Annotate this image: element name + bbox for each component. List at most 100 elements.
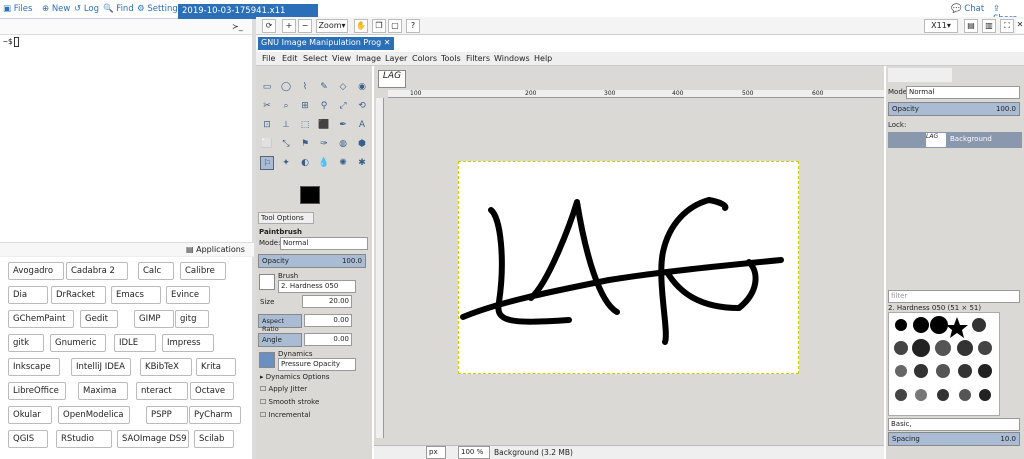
app-gitk[interactable]: gitk <box>8 334 44 352</box>
tool-6-icon[interactable]: ✂ <box>260 99 274 113</box>
app-emacs[interactable]: Emacs <box>111 286 161 304</box>
app-impress[interactable]: Impress <box>162 334 214 352</box>
menu-image[interactable]: Image <box>356 54 381 63</box>
app-gimp[interactable]: GIMP <box>134 310 174 328</box>
settings-button[interactable]: ⚙ Settings <box>137 4 182 14</box>
brush-set-select[interactable]: Basic, <box>888 418 1020 431</box>
opacity-slider[interactable]: Opacity 100.0 <box>258 254 366 268</box>
brush-preview[interactable] <box>259 274 275 290</box>
menu-filters[interactable]: Filters <box>466 54 490 63</box>
app-gedit[interactable]: Gedit <box>80 310 118 328</box>
tool-13-icon[interactable]: ⟂ <box>279 118 293 132</box>
paste-icon[interactable]: ▢ <box>388 19 402 33</box>
tool-14-icon[interactable]: ⬚ <box>298 118 312 132</box>
tool-29-icon[interactable]: ✱ <box>355 156 369 170</box>
app-pspp[interactable]: PSPP <box>146 406 188 424</box>
chat-button[interactable]: 💬 Chat <box>951 4 984 14</box>
tool-18-icon[interactable]: ⬜ <box>260 137 274 151</box>
layer-opacity-slider[interactable]: Opacity 100.0 <box>888 102 1020 116</box>
files-button[interactable]: ▣ Files <box>3 4 32 14</box>
menu-help[interactable]: Help <box>534 54 552 63</box>
smooth-stroke-checkbox[interactable]: ☐ Smooth stroke <box>260 398 319 406</box>
image-tab[interactable]: LAG <box>378 70 406 88</box>
tool-19-icon[interactable]: ⤡ <box>279 137 293 151</box>
unit-select[interactable]: px <box>426 446 446 459</box>
tool-24-icon[interactable]: ⚐ <box>260 156 274 170</box>
aspect-ratio-slider[interactable]: Aspect Ratio <box>258 314 302 333</box>
mode-select[interactable]: Normal <box>280 237 368 250</box>
brush-grid[interactable] <box>888 312 1000 416</box>
app-gnumeric[interactable]: Gnumeric <box>50 334 106 352</box>
layer-row[interactable]: Background <box>888 132 1022 148</box>
app-dia[interactable]: Dia <box>8 286 48 304</box>
app-calibre[interactable]: Calibre <box>180 262 226 280</box>
refresh-icon[interactable]: ⟳ <box>262 19 276 33</box>
brush-name[interactable]: 2. Hardness 050 <box>278 280 356 293</box>
app-qgis[interactable]: QGIS <box>8 430 48 448</box>
menu-layer[interactable]: Layer <box>385 54 407 63</box>
brush-filter-input[interactable]: filter <box>888 290 1020 303</box>
dynamics-preview[interactable] <box>259 352 275 368</box>
tool-20-icon[interactable]: ⚑ <box>298 137 312 151</box>
dynamics-name[interactable]: Pressure Opacity <box>278 358 356 371</box>
foreground-color[interactable] <box>300 186 320 204</box>
size-field[interactable]: 20.00 <box>302 295 352 308</box>
app-krita[interactable]: Krita <box>196 358 236 376</box>
tab-tool-options[interactable]: Tool Options <box>258 212 314 224</box>
tool-1-icon[interactable]: ◯ <box>279 80 293 94</box>
zoom-select[interactable]: 100 % <box>458 446 490 459</box>
terminal-icon[interactable]: ≻_ <box>232 22 243 31</box>
app-libreoffice[interactable]: LibreOffice <box>8 382 66 400</box>
app-nteract[interactable]: nteract <box>136 382 188 400</box>
menu-file[interactable]: File <box>262 54 275 63</box>
image-canvas[interactable] <box>458 161 799 374</box>
menu-view[interactable]: View <box>332 54 351 63</box>
tool-15-icon[interactable]: ⬛ <box>317 118 331 132</box>
tool-8-icon[interactable]: ⊞ <box>298 99 312 113</box>
tool-12-icon[interactable]: ⊡ <box>260 118 274 132</box>
app-maxima[interactable]: Maxima <box>78 382 128 400</box>
close-icon[interactable]: ✕ <box>1016 19 1024 33</box>
tool-22-icon[interactable]: ◍ <box>336 137 350 151</box>
app-scilab[interactable]: Scilab <box>194 430 234 448</box>
app-gchempaint[interactable]: GChemPaint <box>8 310 74 328</box>
app-rstudio[interactable]: RStudio <box>56 430 112 448</box>
app-idle[interactable]: IDLE <box>114 334 156 352</box>
spacing-slider[interactable]: Spacing 10.0 <box>888 432 1020 446</box>
menu-edit[interactable]: Edit <box>282 54 298 63</box>
new-button[interactable]: ⊕ New <box>42 4 70 14</box>
menu-tools[interactable]: Tools <box>441 54 461 63</box>
app-okular[interactable]: Okular <box>8 406 52 424</box>
app-avogadro[interactable]: Avogadro <box>8 262 64 280</box>
zoom-dropdown[interactable]: Zoom▾ <box>316 19 348 33</box>
tool-27-icon[interactable]: 💧 <box>317 156 331 170</box>
tool-11-icon[interactable]: ⟲ <box>355 99 369 113</box>
app-gitg[interactable]: gitg <box>175 310 209 328</box>
zoom-in-icon[interactable]: + <box>282 19 296 33</box>
angle-field[interactable]: 0.00 <box>304 333 352 346</box>
layer-mode-select[interactable]: Normal <box>906 86 1020 99</box>
tool-0-icon[interactable]: ▭ <box>260 80 274 94</box>
app-inkscape[interactable]: Inkscape <box>8 358 60 376</box>
tool-28-icon[interactable]: ✺ <box>336 156 350 170</box>
app-saoimage-ds9[interactable]: SAOImage DS9 <box>117 430 189 448</box>
split-icon[interactable]: ▤ <box>964 19 978 33</box>
app-kbibtex[interactable]: KBibTeX <box>140 358 192 376</box>
gimp-window-tab[interactable]: GNU Image Manipulation Prog ✕ <box>258 37 394 50</box>
app-pycharm[interactable]: PyCharm <box>189 406 241 424</box>
app-openmodelica[interactable]: OpenModelica <box>58 406 130 424</box>
app-evince[interactable]: Evince <box>166 286 210 304</box>
copy-icon[interactable]: ❐ <box>372 19 386 33</box>
apply-jitter-checkbox[interactable]: ☐ Apply Jitter <box>260 385 307 393</box>
tool-17-icon[interactable]: A <box>355 118 369 132</box>
zoom-out-icon[interactable]: − <box>298 19 312 33</box>
tool-16-icon[interactable]: ✒ <box>336 118 350 132</box>
incremental-checkbox[interactable]: ☐ Incremental <box>260 411 310 419</box>
tool-21-icon[interactable]: ✑ <box>317 137 331 151</box>
tool-4-icon[interactable]: ◇ <box>336 80 350 94</box>
app-intellij-idea[interactable]: IntelliJ IDEA <box>71 358 131 376</box>
menu-select[interactable]: Select <box>303 54 328 63</box>
dynamics-options-expander[interactable]: ▸ Dynamics Options <box>260 373 330 381</box>
aspect-ratio-field[interactable]: 0.00 <box>304 314 352 327</box>
tool-3-icon[interactable]: ✎ <box>317 80 331 94</box>
